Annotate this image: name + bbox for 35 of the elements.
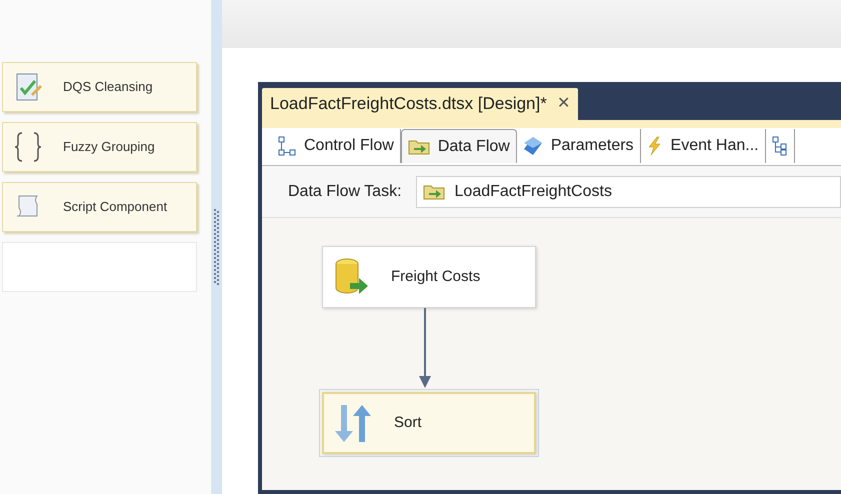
braces-icon [13, 131, 43, 163]
designer-tab[interactable]: Control Flow [272, 129, 401, 163]
folder-arrow-icon [408, 138, 430, 154]
flow-node[interactable]: Sort [322, 392, 536, 454]
toolbox-item-label: Script Component [63, 198, 168, 216]
tab-label: Event Han... [670, 136, 759, 156]
toolbox-item[interactable]: Fuzzy Grouping [2, 122, 197, 172]
sort-arrows-icon [334, 403, 372, 443]
cube-icon [522, 136, 543, 156]
document-tab[interactable]: LoadFactFreightCosts.dtsx [Design]* ✕ [262, 88, 578, 120]
grip-icon [214, 209, 220, 285]
tab-label: Data Flow [438, 136, 510, 156]
close-button[interactable]: ✕ [556, 92, 570, 116]
toolbox-item-label: Fuzzy Grouping [63, 138, 155, 156]
flow-diagram-icon [278, 136, 296, 156]
designer-tab[interactable]: Parameters [516, 129, 641, 163]
node-label: Sort [394, 412, 422, 433]
toolbox-item[interactable]: Script Component [2, 182, 197, 232]
splitter-bar[interactable] [212, 0, 222, 494]
designer-tab[interactable]: Event Han... [640, 129, 766, 163]
database-arrow-icon [333, 257, 369, 297]
lightning-icon [646, 136, 663, 156]
designer-tab[interactable]: Data Flow [400, 129, 517, 163]
tab-label: Control Flow [304, 136, 394, 156]
task-value: LoadFactFreightCosts [454, 182, 612, 202]
toolbox-item-label: DQS Cleansing [63, 78, 153, 96]
tree-icon [772, 136, 788, 156]
tab-label: Parameters [550, 136, 634, 156]
task-selector[interactable]: LoadFactFreightCosts [416, 176, 841, 208]
document-title: LoadFactFreightCosts.dtsx [Design]* [270, 93, 547, 116]
flow-node[interactable]: Freight Costs [322, 246, 536, 308]
node-label: Freight Costs [391, 266, 480, 287]
toolbox-item[interactable]: DQS Cleansing [2, 62, 197, 112]
task-label: Data Flow Task: [288, 182, 402, 202]
folder-arrow-icon [422, 184, 445, 200]
